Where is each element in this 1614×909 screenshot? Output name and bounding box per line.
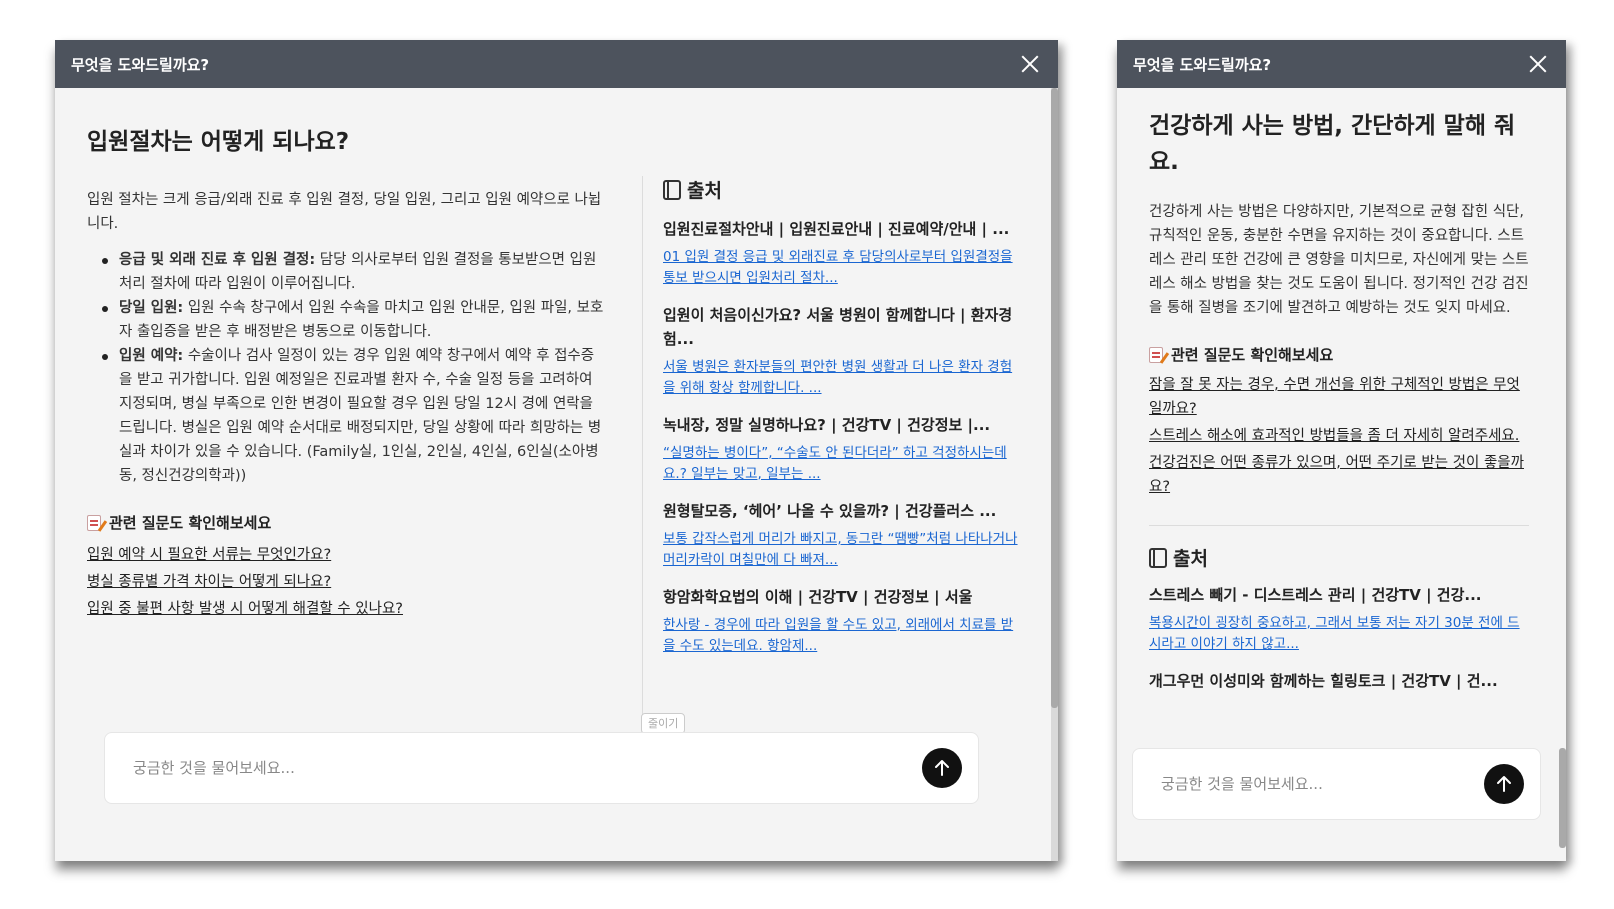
related-questions-title: 관련 질문도 확인해보세요 [109,514,272,532]
send-button[interactable] [922,748,962,788]
source-item: 스트레스 빼기 - 디스트레스 관리 | 건강TV | 건강... 복용시간이 … [1149,583,1529,655]
collapse-button-wrap: 줄이기 [641,712,686,734]
related-questions-heading: 관련 질문도 확인해보세요 [87,512,607,533]
scrollbar[interactable] [1051,88,1058,861]
source-item: 녹내장, 정말 실명하나요? | 건강TV | 건강정보 |... “실명하는 … [663,413,1018,485]
close-icon[interactable] [1018,52,1042,76]
related-question-link[interactable]: 건강검진은 어떤 종류가 있으며, 어떤 주기로 받는 것이 좋을까요? [1149,451,1529,499]
arrow-up-icon [935,760,949,776]
panel-title: 무엇을 도와드릴까요? [71,55,210,74]
bullet-item: 응급 및 외래 진료 후 입원 결정: 담당 의사로부터 입원 결정을 통보받으… [87,248,607,296]
related-question-link[interactable]: 입원 예약 시 필요한 서류는 무엇인가요? [87,543,607,567]
source-item: 원형탈모증, ‘헤어’ 나올 수 있을까? | 건강플러스 ... 보통 갑작스… [663,499,1018,571]
scrollbar[interactable] [1559,88,1566,861]
chat-input[interactable] [1161,775,1484,793]
bullet-term: 응급 및 외래 진료 후 입원 결정: [119,252,316,268]
sources-heading: 출처 [663,176,1018,203]
source-snippet-link[interactable]: “실명하는 병이다”, “수술도 안 된다더라” 하고 걱정하시는데요.? 일부… [663,443,1018,485]
bullet-text: 수술이나 검사 일정이 있는 경우 입원 예약 창구에서 예약 후 접수증을 받… [119,348,602,484]
scrollbar-thumb[interactable] [1559,748,1566,848]
related-question-link[interactable]: 병실 종류별 가격 차이는 어떻게 되나요? [87,570,607,594]
panel-header: 무엇을 도와드릴까요? [1117,40,1566,88]
related-questions-list: 잠을 잘 못 자는 경우, 수면 개선을 위한 구체적인 방법은 무엇일까요? … [1149,373,1529,499]
panel-title: 무엇을 도와드릴까요? [1133,55,1272,74]
source-item: 입원진료절차안내 | 입원진료안내 | 진료예약/안내 | ... 01 입원 … [663,217,1018,289]
arrow-up-icon [1497,776,1511,792]
source-title: 녹내장, 정말 실명하나요? | 건강TV | 건강정보 |... [663,416,991,434]
question-title: 입원절차는 어떻게 되나요? [87,129,350,155]
memo-icon [87,514,101,531]
source-title: 항암화학요법의 이해 | 건강TV | 건강정보 | 서울 [663,588,973,606]
chat-input[interactable] [133,759,922,777]
sources-heading: 출처 [1149,544,1529,571]
scrollbar-thumb[interactable] [1051,88,1058,708]
sources-section: 출처 입원진료절차안내 | 입원진료안내 | 진료예약/안내 | ... 01 … [663,176,1018,657]
question-title: 건강하게 사는 방법, 간단하게 말해 줘요. [1149,113,1516,175]
bullet-item: 당일 입원: 입원 수속 창구에서 입원 수속을 마치고 입원 안내문, 입원 … [87,296,607,344]
related-questions-title: 관련 질문도 확인해보세요 [1171,346,1334,364]
chat-input-box [1132,748,1541,820]
source-item: 항암화학요법의 이해 | 건강TV | 건강정보 | 서울 한사랑 - 경우에 … [663,585,1018,657]
bullet-term: 당일 입원: [119,300,184,316]
book-icon [663,179,681,200]
source-title: 입원이 처음이신가요? 서울 병원이 함께합니다 | 환자경험... [663,306,1013,348]
source-snippet-link[interactable]: 서울 병원은 환자분들의 편안한 병원 생활과 더 나은 환자 경험을 위해 항… [663,357,1018,399]
source-snippet-link[interactable]: 한사랑 - 경우에 따라 입원을 할 수도 있고, 외래에서 치료를 받을 수도… [663,615,1018,657]
related-questions-heading: 관련 질문도 확인해보세요 [1149,344,1529,365]
related-question-link[interactable]: 스트레스 해소에 효과적인 방법들을 좀 더 자세히 알려주세요. [1149,424,1529,448]
bullet-text: 입원 수속 창구에서 입원 수속을 마치고 입원 안내문, 입원 파일, 보호자… [119,300,604,340]
source-title: 입원진료절차안내 | 입원진료안내 | 진료예약/안내 | ... [663,220,1010,238]
chat-input-box [104,732,979,804]
panel-header: 무엇을 도와드릴까요? [55,40,1058,88]
column-divider [642,176,643,736]
related-question-link[interactable]: 입원 중 불편 사항 발생 시 어떻게 해결할 수 있나요? [87,597,607,621]
source-item: 개그우먼 이성미와 함께하는 힐링토크 | 건강TV | 건... [1149,669,1529,693]
source-item: 입원이 처음이신가요? 서울 병원이 함께합니다 | 환자경험... 서울 병원… [663,303,1018,399]
related-questions-list: 입원 예약 시 필요한 서류는 무엇인가요? 병실 종류별 가격 차이는 어떻게… [87,543,607,621]
chat-panel-right: 무엇을 도와드릴까요? 건강하게 사는 방법, 간단하게 말해 줘요. 건강하게… [1117,40,1566,861]
source-title: 개그우먼 이성미와 함께하는 힐링토크 | 건강TV | 건... [1149,672,1498,690]
collapse-button[interactable]: 줄이기 [641,713,686,734]
chat-panel-left: 무엇을 도와드릴까요? 입원절차는 어떻게 되나요? 입원 절차는 크게 응급/… [55,40,1058,861]
bullet-term: 입원 예약: [119,348,184,364]
source-title: 원형탈모증, ‘헤어’ 나올 수 있을까? | 건강플러스 ... [663,502,997,520]
answer-intro: 입원 절차는 크게 응급/외래 진료 후 입원 결정, 당일 입원, 그리고 입… [87,192,602,232]
source-snippet-link[interactable]: 복용시간이 굉장히 중요하고, 그래서 보통 저는 자기 30분 전에 드시라고… [1149,613,1529,655]
answer-bullets: 응급 및 외래 진료 후 입원 결정: 담당 의사로부터 입원 결정을 통보받으… [87,248,607,488]
send-button[interactable] [1484,764,1524,804]
related-question-link[interactable]: 잠을 잘 못 자는 경우, 수면 개선을 위한 구체적인 방법은 무엇일까요? [1149,373,1529,421]
source-snippet-link[interactable]: 보통 갑작스럽게 머리가 빠지고, 동그란 “땜빵”처럼 나타나거나 머리카락이… [663,529,1018,571]
source-title: 스트레스 빼기 - 디스트레스 관리 | 건강TV | 건강... [1149,586,1482,604]
memo-icon [1149,346,1163,363]
close-icon[interactable] [1526,52,1550,76]
sources-title: 출처 [1173,548,1208,570]
sources-title: 출처 [687,180,722,202]
bullet-item: 입원 예약: 수술이나 검사 일정이 있는 경우 입원 예약 창구에서 예약 후… [87,344,607,488]
source-snippet-link[interactable]: 01 입원 결정 응급 및 외래진료 후 담당의사로부터 입원결정을 통보 받으… [663,247,1018,289]
section-divider [1149,525,1529,526]
answer-text: 건강하게 사는 방법은 다양하지만, 기본적으로 균형 잡힌 식단, 규칙적인 … [1149,204,1529,316]
book-icon [1149,547,1167,568]
